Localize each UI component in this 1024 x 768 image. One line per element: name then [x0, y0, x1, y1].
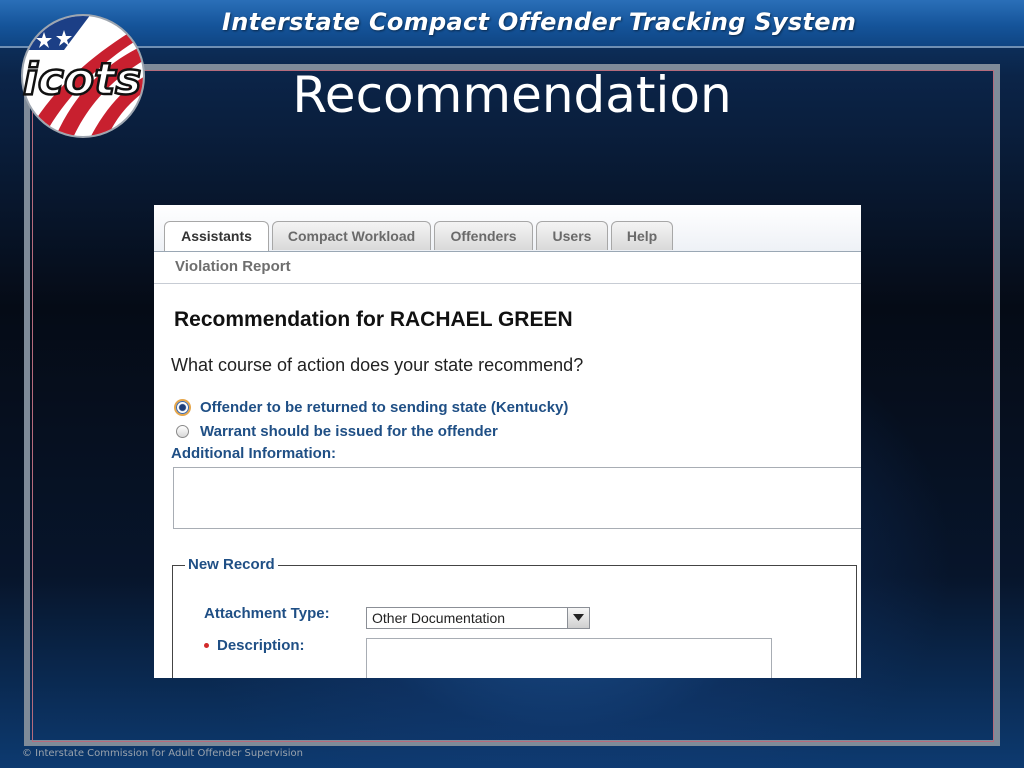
- top-banner: Interstate Compact Offender Tracking Sys…: [0, 0, 1024, 48]
- radio-checked[interactable]: [176, 401, 189, 414]
- additional-info-textarea[interactable]: [173, 467, 861, 529]
- tab-users[interactable]: Users: [536, 221, 608, 250]
- additional-info-label: Additional Information:: [171, 445, 336, 462]
- description-textarea[interactable]: [366, 638, 772, 678]
- dropdown-button[interactable]: [567, 608, 589, 628]
- sub-navigation: Violation Report: [154, 252, 861, 284]
- attachment-type-label: Attachment Type:: [204, 605, 330, 622]
- description-label: Description:: [217, 637, 305, 654]
- violation-report-link[interactable]: Violation Report: [175, 258, 291, 275]
- question-text: What course of action does your state re…: [171, 355, 584, 375]
- footer-copyright: © Interstate Commission for Adult Offend…: [22, 748, 303, 759]
- option-label[interactable]: Offender to be returned to sending state…: [200, 399, 568, 416]
- new-record-legend: New Record: [185, 556, 278, 573]
- required-indicator-icon: [204, 643, 209, 648]
- tab-offenders[interactable]: Offenders: [434, 221, 533, 250]
- attachment-type-select[interactable]: Other Documentation: [366, 607, 590, 629]
- chevron-down-icon: [573, 614, 584, 621]
- radio-unchecked[interactable]: [176, 425, 189, 438]
- option-issue-warrant[interactable]: Warrant should be issued for the offende…: [176, 423, 536, 443]
- attachment-type-value[interactable]: Other Documentation: [372, 610, 505, 626]
- tab-compact-workload[interactable]: Compact Workload: [272, 221, 431, 250]
- option-label[interactable]: Warrant should be issued for the offende…: [200, 423, 498, 440]
- form-heading: Recommendation for RACHAEL GREEN: [174, 308, 573, 331]
- slide-title: Recommendation: [292, 66, 732, 124]
- app-title: Interstate Compact Offender Tracking Sys…: [222, 8, 857, 36]
- tab-help[interactable]: Help: [611, 221, 673, 250]
- option-return-offender[interactable]: Offender to be returned to sending state…: [176, 399, 596, 419]
- app-screenshot: Assistants Compact Workload Offenders Us…: [154, 205, 861, 678]
- tab-assistants[interactable]: Assistants: [164, 221, 269, 251]
- tab-bar: Assistants Compact Workload Offenders Us…: [154, 205, 861, 252]
